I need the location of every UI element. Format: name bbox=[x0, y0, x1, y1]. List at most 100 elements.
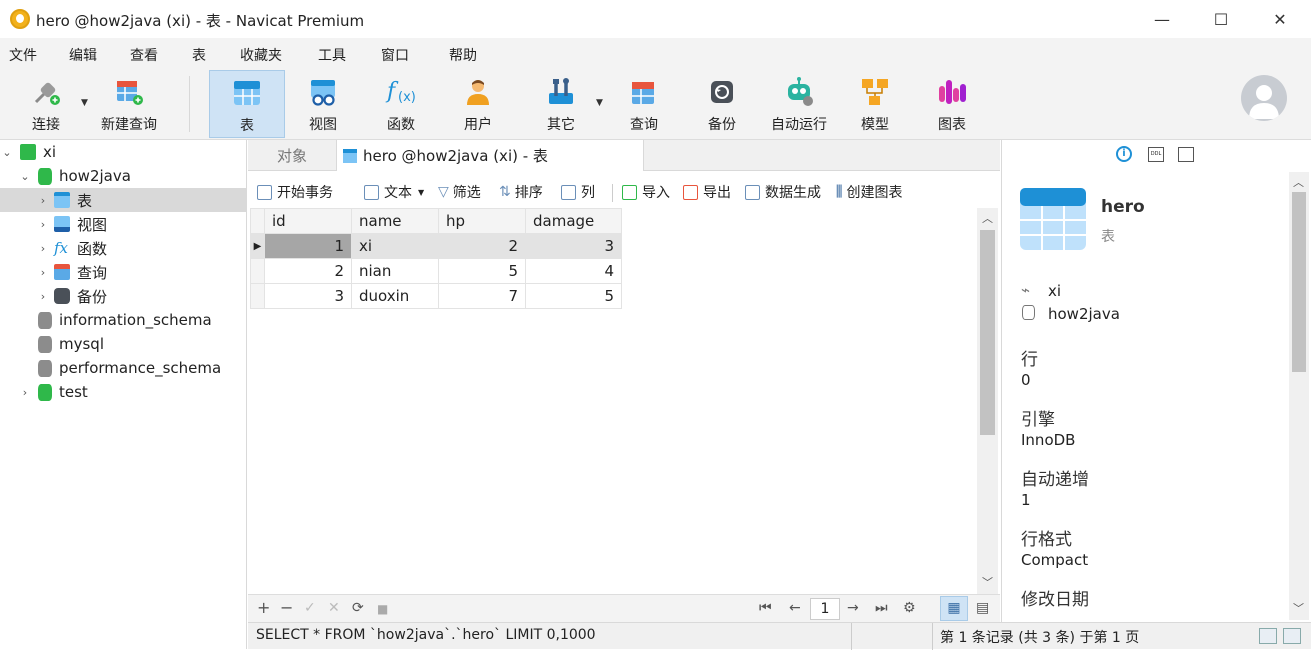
cell-name[interactable]: duoxin bbox=[351, 283, 439, 309]
discard-changes-button[interactable]: ✕ bbox=[328, 600, 340, 616]
expand-icon[interactable]: › bbox=[36, 242, 50, 255]
export-button[interactable]: 导出 bbox=[683, 182, 731, 202]
connect-dropdown-icon[interactable]: ▼ bbox=[81, 98, 88, 108]
tree-database-performance-schema[interactable]: performance_schema bbox=[0, 356, 246, 380]
new-query-button[interactable]: 新建查询 bbox=[94, 70, 164, 138]
function-button[interactable]: f (x) 函数 bbox=[368, 70, 434, 138]
menu-file[interactable]: 文件 bbox=[9, 45, 37, 65]
table-button[interactable]: 表 bbox=[209, 70, 285, 138]
cell-name[interactable]: xi bbox=[351, 233, 439, 259]
column-header-hp[interactable]: hp bbox=[438, 208, 526, 234]
query-button[interactable]: 查询 bbox=[612, 70, 676, 138]
expand-icon[interactable]: › bbox=[36, 266, 50, 279]
last-page-icon[interactable]: ⏭ bbox=[875, 600, 888, 616]
tab-objects[interactable]: 对象 bbox=[248, 140, 336, 171]
menu-edit[interactable]: 编辑 bbox=[69, 45, 97, 65]
column-header-id[interactable]: id bbox=[264, 208, 352, 234]
data-generation-button[interactable]: 数据生成 bbox=[745, 182, 821, 202]
cell-damage[interactable]: 5 bbox=[525, 283, 622, 309]
tree-database-mysql[interactable]: mysql bbox=[0, 332, 246, 356]
expand-icon[interactable]: › bbox=[18, 386, 32, 399]
table-row[interactable]: ▶ 1 xi 2 3 bbox=[250, 233, 622, 259]
collapse-icon[interactable]: ⌄ bbox=[18, 170, 32, 183]
maximize-button[interactable]: ☐ bbox=[1191, 0, 1251, 38]
cell-hp[interactable]: 2 bbox=[438, 233, 526, 259]
cell-hp[interactable]: 7 bbox=[438, 283, 526, 309]
filter-button[interactable]: ▽ 筛选 bbox=[438, 182, 481, 202]
scroll-down-icon[interactable]: ﹀ bbox=[1293, 600, 1304, 616]
expand-icon[interactable]: › bbox=[36, 290, 50, 303]
previous-page-icon[interactable]: ← bbox=[789, 600, 801, 616]
apply-changes-button[interactable]: ✓ bbox=[304, 600, 316, 616]
layout-icon[interactable] bbox=[1283, 628, 1301, 644]
cell-id[interactable]: 1 bbox=[264, 233, 352, 259]
close-button[interactable]: ✕ bbox=[1250, 0, 1310, 38]
cell-id[interactable]: 3 bbox=[264, 283, 352, 309]
cell-id[interactable]: 2 bbox=[264, 258, 352, 284]
menu-table[interactable]: 表 bbox=[192, 45, 206, 65]
menu-view[interactable]: 查看 bbox=[130, 45, 158, 65]
automation-button[interactable]: 自动运行 bbox=[765, 70, 833, 138]
avatar[interactable] bbox=[1241, 75, 1287, 121]
scrollbar-thumb[interactable] bbox=[1292, 192, 1306, 372]
tree-item-functions[interactable]: › fx 函数 bbox=[0, 236, 246, 260]
menu-tools[interactable]: 工具 bbox=[318, 45, 346, 65]
text-button[interactable]: 文本 ▼ bbox=[364, 182, 424, 202]
sort-button[interactable]: ⇅ 排序 bbox=[499, 182, 543, 202]
scroll-down-icon[interactable]: ﹀ bbox=[982, 574, 993, 590]
info-icon[interactable]: i bbox=[1116, 146, 1132, 162]
delete-record-button[interactable]: − bbox=[280, 598, 293, 617]
backup-button[interactable]: 备份 bbox=[690, 70, 754, 138]
tree-item-tables[interactable]: › 表 bbox=[0, 188, 246, 212]
cell-name[interactable]: nian bbox=[351, 258, 439, 284]
others-dropdown-icon[interactable]: ▼ bbox=[596, 98, 603, 108]
chart-button[interactable]: 图表 bbox=[920, 70, 984, 138]
menu-help[interactable]: 帮助 bbox=[449, 45, 477, 65]
settings-gear-icon[interactable]: ⚙ bbox=[903, 600, 916, 616]
grid-view-icon[interactable]: ▦ bbox=[940, 596, 968, 621]
others-button[interactable]: 其它 bbox=[528, 70, 594, 138]
tree-database-information-schema[interactable]: information_schema bbox=[0, 308, 246, 332]
columns-panel-icon[interactable] bbox=[1178, 147, 1194, 162]
cell-hp[interactable]: 5 bbox=[438, 258, 526, 284]
table-row[interactable]: 2 nian 5 4 bbox=[250, 258, 622, 284]
layout-icon[interactable] bbox=[1259, 628, 1277, 644]
tree-database-test[interactable]: › test bbox=[0, 380, 246, 404]
form-view-icon[interactable]: ▤ bbox=[976, 600, 989, 616]
tree-connection-xi[interactable]: ⌄ xi bbox=[0, 140, 246, 164]
create-chart-button[interactable]: ⫼ 创建图表 bbox=[836, 182, 902, 202]
refresh-button[interactable]: ⟳ bbox=[352, 600, 364, 616]
menu-window[interactable]: 窗口 bbox=[381, 45, 409, 65]
scroll-up-icon[interactable]: ︿ bbox=[1293, 174, 1304, 190]
columns-button[interactable]: 列 bbox=[561, 182, 595, 202]
tree-item-queries[interactable]: › 查询 bbox=[0, 260, 246, 284]
tab-hero-table[interactable]: hero @how2java (xi) - 表 bbox=[336, 140, 644, 171]
view-button[interactable]: 视图 bbox=[290, 70, 356, 138]
expand-icon[interactable]: › bbox=[36, 218, 50, 231]
cell-damage[interactable]: 3 bbox=[525, 233, 622, 259]
column-header-damage[interactable]: damage bbox=[525, 208, 622, 234]
user-button[interactable]: 用户 bbox=[446, 70, 510, 138]
tree-item-views[interactable]: › 视图 bbox=[0, 212, 246, 236]
page-number-input[interactable]: 1 bbox=[810, 598, 840, 620]
tree-item-backups[interactable]: › 备份 bbox=[0, 284, 246, 308]
next-page-icon[interactable]: → bbox=[847, 600, 859, 616]
begin-transaction-button[interactable]: 开始事务 bbox=[257, 182, 333, 202]
connect-button[interactable]: 连接 bbox=[14, 70, 78, 138]
model-button[interactable]: 模型 bbox=[843, 70, 907, 138]
add-record-button[interactable]: + bbox=[257, 598, 270, 617]
stop-button[interactable]: ■ bbox=[377, 602, 388, 616]
info-panel-scrollbar[interactable]: ︿ ﹀ bbox=[1289, 172, 1309, 620]
scroll-up-icon[interactable]: ︿ bbox=[982, 210, 993, 226]
expand-icon[interactable]: › bbox=[36, 194, 50, 207]
ddl-icon[interactable]: DDL bbox=[1148, 147, 1164, 162]
cell-damage[interactable]: 4 bbox=[525, 258, 622, 284]
scrollbar-thumb[interactable] bbox=[980, 230, 995, 435]
first-page-icon[interactable]: ⏮ bbox=[759, 600, 772, 616]
column-header-name[interactable]: name bbox=[351, 208, 439, 234]
table-row[interactable]: 3 duoxin 7 5 bbox=[250, 283, 622, 309]
tree-database-how2java[interactable]: ⌄ how2java bbox=[0, 164, 246, 188]
minimize-button[interactable]: — bbox=[1132, 0, 1192, 38]
menu-favorites[interactable]: 收藏夹 bbox=[240, 45, 282, 65]
import-button[interactable]: 导入 bbox=[622, 182, 670, 202]
